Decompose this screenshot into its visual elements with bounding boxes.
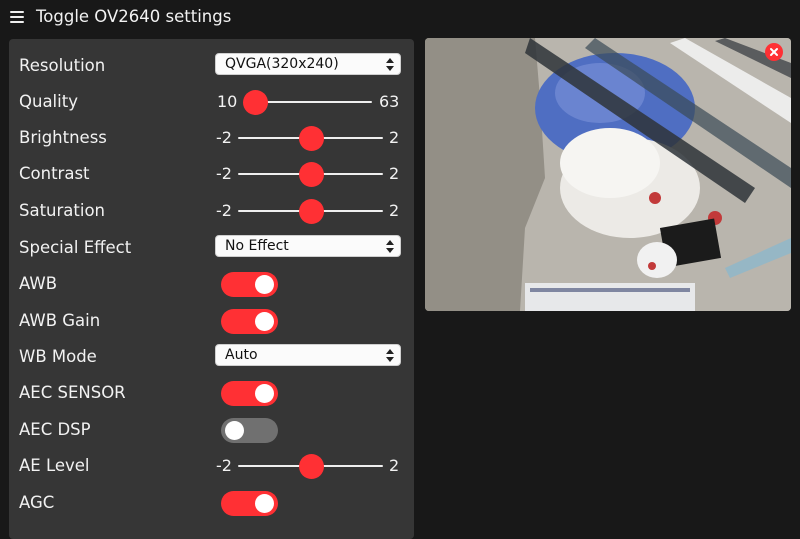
camera-preview-image: [425, 38, 791, 311]
special-effect-label: Special Effect: [19, 238, 132, 257]
contrast-slider-thumb[interactable]: [299, 162, 324, 187]
aec-sensor-toggle[interactable]: [221, 381, 278, 406]
saturation-max-label: 2: [389, 201, 400, 220]
toggle-knob: [255, 384, 274, 403]
awb-gain-label: AWB Gain: [19, 311, 101, 330]
awb-gain-toggle[interactable]: [221, 309, 278, 334]
agc-label: AGC: [19, 493, 55, 512]
agc-toggle[interactable]: [221, 491, 278, 516]
select-arrows-icon: [386, 347, 394, 363]
contrast-row: Contrast -2 2: [9, 156, 414, 192]
ae-level-min-label: -2: [216, 456, 232, 475]
quality-row: Quality 10 63: [9, 84, 414, 120]
contrast-min-label: -2: [216, 164, 232, 183]
toggle-knob: [255, 312, 274, 331]
quality-min-label: 10: [217, 92, 238, 111]
hamburger-menu-icon[interactable]: [10, 11, 24, 23]
brightness-min-label: -2: [216, 128, 232, 147]
ae-level-label: AE Level: [19, 456, 90, 475]
brightness-row: Brightness -2 2: [9, 120, 414, 156]
saturation-slider-thumb[interactable]: [299, 199, 324, 224]
agc-row: AGC: [9, 485, 414, 521]
wb-mode-select[interactable]: Auto: [215, 344, 401, 366]
header-bar: Toggle OV2640 settings: [0, 0, 800, 36]
aec-dsp-toggle[interactable]: [221, 418, 278, 443]
saturation-min-label: -2: [216, 201, 232, 220]
resolution-label: Resolution: [19, 56, 106, 75]
toggle-knob: [255, 494, 274, 513]
brightness-label: Brightness: [19, 128, 107, 147]
awb-row: AWB: [9, 266, 414, 302]
resolution-select-value: QVGA(320x240): [225, 56, 339, 72]
settings-panel: Resolution QVGA(320x240) Quality 10 63 B…: [9, 39, 414, 539]
special-effect-select[interactable]: No Effect: [215, 235, 401, 257]
header-title[interactable]: Toggle OV2640 settings: [36, 7, 231, 26]
resolution-select[interactable]: QVGA(320x240): [215, 53, 401, 75]
aec-dsp-row: AEC DSP: [9, 412, 414, 448]
wb-mode-row: WB Mode Auto: [9, 339, 414, 375]
awb-toggle[interactable]: [221, 272, 278, 297]
aec-sensor-row: AEC SENSOR: [9, 375, 414, 411]
aec-sensor-label: AEC SENSOR: [19, 383, 126, 402]
awb-gain-row: AWB Gain: [9, 303, 414, 339]
contrast-label: Contrast: [19, 164, 90, 183]
wb-mode-label: WB Mode: [19, 347, 97, 366]
resolution-row: Resolution QVGA(320x240): [9, 48, 414, 84]
close-icon[interactable]: [765, 43, 783, 61]
special-effect-select-value: No Effect: [225, 238, 289, 254]
saturation-row: Saturation -2 2: [9, 193, 414, 229]
awb-label: AWB: [19, 274, 58, 293]
ae-level-row: AE Level -2 2: [9, 448, 414, 484]
quality-slider-thumb[interactable]: [243, 90, 268, 115]
toggle-knob: [225, 421, 244, 440]
quality-max-label: 63: [379, 92, 400, 111]
toggle-knob: [255, 275, 274, 294]
select-arrows-icon: [386, 56, 394, 72]
ae-level-slider-thumb[interactable]: [299, 454, 324, 479]
saturation-label: Saturation: [19, 201, 106, 220]
wb-mode-select-value: Auto: [225, 347, 258, 363]
brightness-max-label: 2: [389, 128, 400, 147]
brightness-slider-thumb[interactable]: [299, 126, 324, 151]
ae-level-max-label: 2: [389, 456, 400, 475]
select-arrows-icon: [386, 238, 394, 254]
special-effect-row: Special Effect No Effect: [9, 230, 414, 266]
quality-label: Quality: [19, 92, 78, 111]
contrast-max-label: 2: [389, 164, 400, 183]
aec-dsp-label: AEC DSP: [19, 420, 91, 439]
